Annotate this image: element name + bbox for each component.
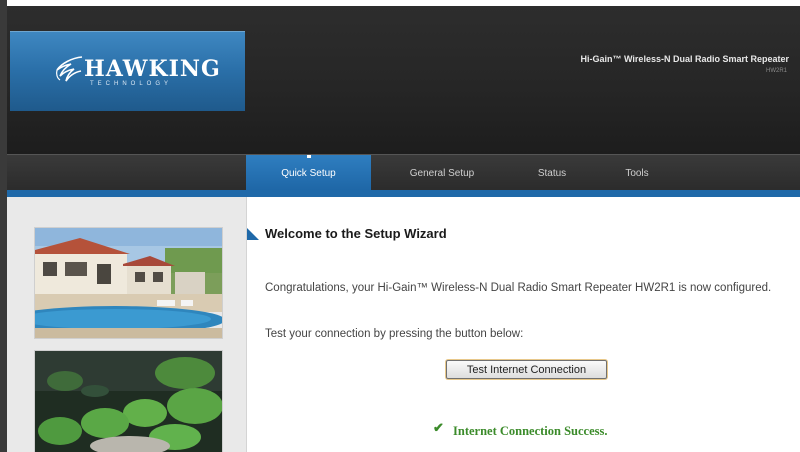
nav-accent-bar xyxy=(7,190,800,197)
house-photo xyxy=(34,227,223,339)
left-edge xyxy=(0,0,7,452)
product-model: HW2R1 xyxy=(765,68,787,74)
tab-status[interactable]: Status xyxy=(512,155,592,191)
test-internet-button[interactable]: Test Internet Connection xyxy=(446,360,607,379)
triangle-arrow-icon xyxy=(247,228,259,240)
page-title: Welcome to the Setup Wizard xyxy=(265,226,447,241)
logo-subtitle: TECHNOLOGY xyxy=(90,81,173,87)
success-message: Internet Connection Success. xyxy=(453,424,608,438)
logo-text: HAWKING xyxy=(84,56,221,82)
pond-photo xyxy=(34,350,223,452)
product-title: Hi-Gain™ Wireless-N Dual Radio Smart Rep… xyxy=(580,54,789,64)
congrats-message: Congratulations, your Hi-Gain™ Wireless-… xyxy=(265,282,772,294)
tab-general-setup[interactable]: General Setup xyxy=(382,155,502,191)
tab-quick-setup[interactable]: Quick Setup xyxy=(246,155,371,191)
router-admin-page: HAWKING TECHNOLOGY Hi-Gain™ Wireless-N D… xyxy=(0,0,800,452)
test-instruction: Test your connection by pressing the but… xyxy=(265,328,524,340)
tab-tools[interactable]: Tools xyxy=(607,155,667,191)
check-icon: ✔ xyxy=(433,420,444,435)
main-content: Welcome to the Setup Wizard Congratulati… xyxy=(247,197,800,452)
hawk-wing-icon xyxy=(56,56,83,82)
brand-logo[interactable]: HAWKING TECHNOLOGY xyxy=(10,31,245,111)
sidebar xyxy=(7,197,247,452)
header: HAWKING TECHNOLOGY Hi-Gain™ Wireless-N D… xyxy=(7,6,800,154)
main-nav: Quick Setup General Setup Status Tools xyxy=(7,154,800,191)
